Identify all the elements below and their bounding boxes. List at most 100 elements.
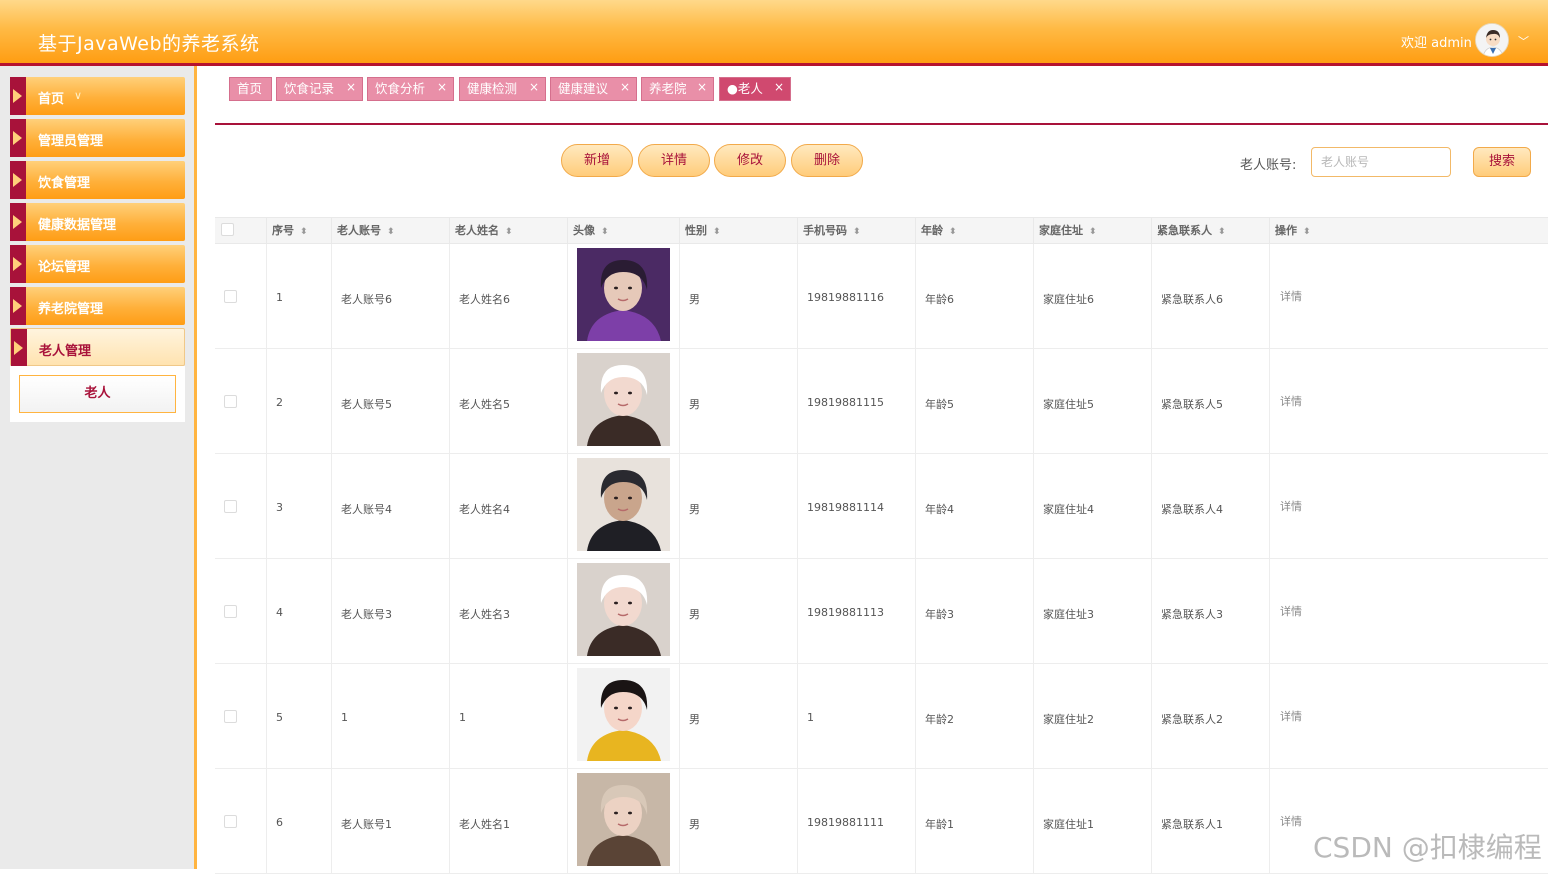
cell-name: 老人姓名4 <box>449 454 567 559</box>
user-avatar-icon[interactable] <box>1475 23 1509 57</box>
column-header-phone[interactable]: 手机号码 ⬍ <box>797 218 915 245</box>
cell-age-text: 年龄5 <box>925 398 954 411</box>
table-row[interactable]: 2 老人账号5 老人姓名5 男 19819881115 年龄5 家庭住址5 紧急联系人5 详情 <box>215 349 1548 454</box>
row-checkbox-cell <box>215 559 266 664</box>
tab-nursing-home[interactable]: 养老院 × <box>641 77 714 101</box>
sidebar-item-home[interactable]: 首页 ∨ <box>10 77 185 115</box>
chevron-down-icon[interactable]: ﹀ <box>1518 33 1529 49</box>
tab-health-advice[interactable]: 健康建议 × <box>550 77 637 101</box>
header-checkbox-cell <box>215 218 266 245</box>
delete-button[interactable]: 删除 <box>791 144 863 177</box>
cell-address: 家庭住址1 <box>1033 769 1151 874</box>
column-header-address[interactable]: 家庭住址 ⬍ <box>1033 218 1151 245</box>
tab-label: 饮食分析 <box>375 81 426 96</box>
avatar-image[interactable] <box>577 773 670 866</box>
table-row[interactable]: 3 老人账号4 老人姓名4 男 19819881114 年龄4 家庭住址4 紧急联系人4 详情 <box>215 454 1548 559</box>
column-header-age[interactable]: 年龄 ⬍ <box>915 218 1033 245</box>
cell-account-text: 老人账号1 <box>341 818 392 831</box>
cell-name: 老人姓名3 <box>449 559 567 664</box>
row-checkbox[interactable] <box>224 290 237 303</box>
column-label: 紧急联系人 <box>1157 224 1212 237</box>
cell-account-text: 老人账号6 <box>341 293 392 306</box>
column-header-emergency-contact[interactable]: 紧急联系人 ⬍ <box>1151 218 1269 245</box>
tab-label: 健康建议 <box>558 81 609 96</box>
cell-address-text: 家庭住址2 <box>1043 713 1094 726</box>
column-header-actions[interactable]: 操作 ⬍ <box>1269 218 1548 245</box>
row-detail-link[interactable]: 详情 <box>1280 813 1302 829</box>
row-detail-link[interactable]: 详情 <box>1280 708 1302 724</box>
sort-icon[interactable]: ⬍ <box>713 227 721 237</box>
cell-index-text: 5 <box>276 711 283 724</box>
sidebar-item-elderly-management[interactable]: 老人管理 <box>10 328 185 367</box>
table-row[interactable]: 1 老人账号6 老人姓名6 男 19819881116 年龄6 家庭住址6 紧急联系人6 详情 <box>215 244 1548 349</box>
row-checkbox[interactable] <box>224 605 237 618</box>
edit-button[interactable]: 修改 <box>714 144 786 177</box>
tab-home[interactable]: 首页 <box>229 77 272 101</box>
row-detail-link[interactable]: 详情 <box>1280 603 1302 619</box>
column-header-account[interactable]: 老人账号 ⬍ <box>331 218 449 245</box>
sidebar-item-health-data-management[interactable]: 健康数据管理 <box>10 203 185 241</box>
close-icon[interactable]: × <box>437 76 447 98</box>
row-checkbox-cell <box>215 244 266 349</box>
avatar-image[interactable] <box>577 668 670 761</box>
avatar-image[interactable] <box>577 563 670 656</box>
close-icon[interactable]: × <box>774 76 784 98</box>
close-icon[interactable]: × <box>529 76 539 98</box>
triangle-right-icon <box>10 77 26 115</box>
cell-address: 家庭住址6 <box>1033 244 1151 349</box>
sidebar-item-forum-management[interactable]: 论坛管理 <box>10 245 185 283</box>
sort-icon[interactable]: ⬍ <box>853 227 861 237</box>
row-checkbox[interactable] <box>224 500 237 513</box>
table-row[interactable]: 5 1 1 男 1 年龄2 家庭住址2 紧急联系人2 详情 <box>215 664 1548 769</box>
column-header-avatar[interactable]: 头像 ⬍ <box>567 218 679 245</box>
sidebar: 首页 ∨ 管理员管理 饮食管理 健康数据管理 论坛管理 养老院管理 老人管理 老… <box>0 66 197 869</box>
cell-actions: 详情 <box>1269 244 1548 349</box>
cell-index: 1 <box>266 244 331 349</box>
close-icon[interactable]: × <box>697 76 707 98</box>
avatar-image[interactable] <box>577 458 670 551</box>
sort-icon[interactable]: ⬍ <box>1303 227 1311 237</box>
sidebar-subitem-elderly[interactable]: 老人 <box>19 375 176 413</box>
avatar-image[interactable] <box>577 353 670 446</box>
tab-health-check[interactable]: 健康检测 × <box>459 77 546 101</box>
detail-button[interactable]: 详情 <box>638 144 710 177</box>
tab-diet-records[interactable]: 饮食记录 × <box>276 77 363 101</box>
close-icon[interactable]: × <box>346 76 356 98</box>
tab-elderly[interactable]: ●老人 × <box>719 77 791 101</box>
sort-icon[interactable]: ⬍ <box>949 227 957 237</box>
column-label: 操作 <box>1275 224 1297 237</box>
sort-icon[interactable]: ⬍ <box>1218 227 1226 237</box>
close-icon[interactable]: × <box>620 76 630 98</box>
avatar-image[interactable] <box>577 248 670 341</box>
sort-icon[interactable]: ⬍ <box>1089 227 1097 237</box>
table-row[interactable]: 4 老人账号3 老人姓名3 男 19819881113 年龄3 家庭住址3 紧急联系人3 详情 <box>215 559 1548 664</box>
column-label: 性别 <box>685 224 707 237</box>
sort-icon[interactable]: ⬍ <box>505 227 513 237</box>
sort-icon[interactable]: ⬍ <box>387 227 395 237</box>
cell-phone: 19819881114 <box>797 454 915 559</box>
sidebar-item-label: 老人管理 <box>39 344 92 359</box>
sort-icon[interactable]: ⬍ <box>601 227 609 237</box>
sidebar-item-nursing-home-management[interactable]: 养老院管理 <box>10 287 185 325</box>
sort-icon[interactable]: ⬍ <box>300 227 308 237</box>
select-all-checkbox[interactable] <box>221 223 234 236</box>
column-label: 老人账号 <box>337 224 381 237</box>
cell-avatar <box>567 559 679 664</box>
row-checkbox[interactable] <box>224 815 237 828</box>
sidebar-item-admin-management[interactable]: 管理员管理 <box>10 119 185 157</box>
column-header-name[interactable]: 老人姓名 ⬍ <box>449 218 567 245</box>
column-header-index[interactable]: 序号 ⬍ <box>266 218 331 245</box>
search-button[interactable]: 搜索 <box>1473 147 1531 177</box>
row-detail-link[interactable]: 详情 <box>1280 393 1302 409</box>
cell-name-text: 老人姓名6 <box>459 293 510 306</box>
column-header-gender[interactable]: 性别 ⬍ <box>679 218 797 245</box>
search-input[interactable] <box>1311 147 1451 177</box>
tab-diet-analysis[interactable]: 饮食分析 × <box>367 77 454 101</box>
row-detail-link[interactable]: 详情 <box>1280 288 1302 304</box>
cell-name-text: 老人姓名1 <box>459 818 510 831</box>
row-detail-link[interactable]: 详情 <box>1280 498 1302 514</box>
row-checkbox[interactable] <box>224 395 237 408</box>
add-button[interactable]: 新增 <box>561 144 633 177</box>
row-checkbox[interactable] <box>224 710 237 723</box>
sidebar-item-diet-management[interactable]: 饮食管理 <box>10 161 185 199</box>
